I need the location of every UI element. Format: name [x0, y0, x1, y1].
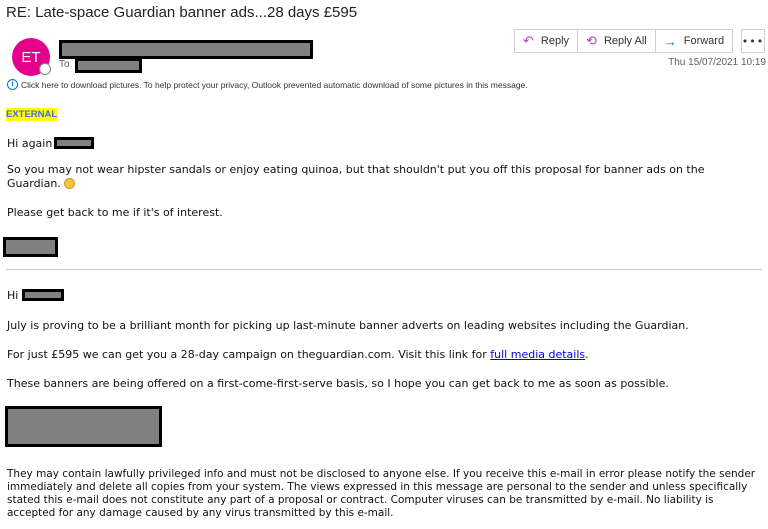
message-actions: ↶ Reply ⟲ Reply All → Forward — [514, 29, 734, 53]
forward-button[interactable]: → Forward — [654, 29, 734, 53]
redacted-recipient — [75, 58, 142, 73]
paragraph-2: Please get back to me if it's of interes… — [7, 206, 223, 219]
forward-icon: → — [663, 33, 677, 49]
external-tag: EXTERNAL — [6, 108, 58, 121]
redacted-signature — [3, 237, 58, 257]
reply-button[interactable]: ↶ Reply — [514, 29, 579, 53]
info-bar-text: Click here to download pictures. To help… — [21, 79, 528, 90]
smiley-emoji-icon — [64, 178, 76, 189]
redacted-name — [54, 137, 94, 149]
reply-icon: ↶ — [523, 33, 534, 48]
reply-all-icon: ⟲ — [586, 33, 597, 48]
presence-status-icon — [39, 63, 51, 75]
paragraph-3: July is proving to be a brilliant month … — [7, 319, 689, 332]
download-pictures-bar[interactable]: i Click here to download pictures. To he… — [7, 79, 528, 90]
avatar-initials: ET — [21, 48, 41, 66]
message-date: Thu 15/07/2021 10:19 — [668, 57, 766, 68]
disclaimer-text: They may contain lawfully privileged inf… — [7, 468, 756, 519]
reply-all-button[interactable]: ⟲ Reply All — [577, 29, 656, 53]
paragraph-4: For just £595 we can get you a 28-day ca… — [7, 348, 589, 361]
full-media-details-link[interactable]: full media details — [490, 348, 585, 361]
to-label: To — [59, 59, 70, 70]
redacted-name-2 — [22, 289, 64, 301]
email-subject: RE: Late-space Guardian banner ads...28 … — [6, 4, 358, 21]
greeting-2: Hi — [7, 289, 19, 302]
info-icon: i — [7, 79, 18, 90]
redacted-sender-name — [59, 40, 313, 59]
paragraph-5: These banners are being offered on a fir… — [7, 377, 669, 390]
greeting-1: Hi again — [7, 137, 53, 150]
paragraph-1: So you may not wear hipster sandals or e… — [7, 163, 705, 190]
quote-divider — [6, 269, 762, 270]
more-actions-button[interactable]: ••• — [741, 29, 765, 53]
redacted-signature-block — [5, 406, 162, 447]
